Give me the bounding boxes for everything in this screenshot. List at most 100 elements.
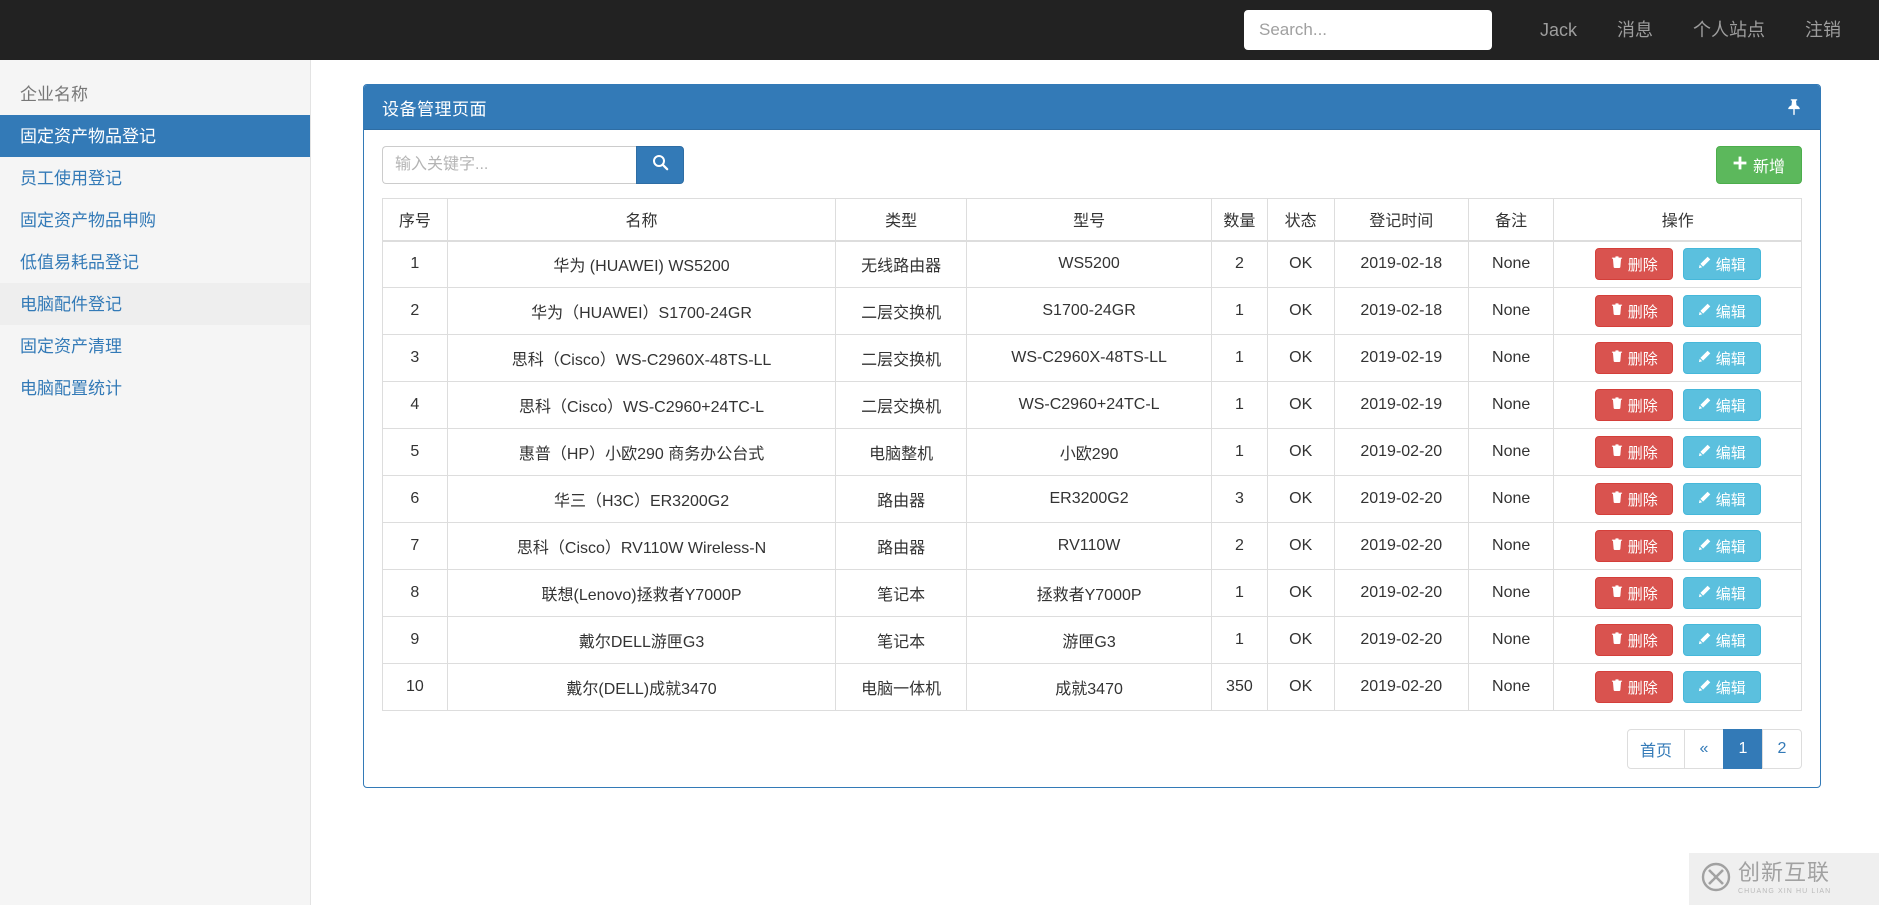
search-button[interactable] — [636, 146, 684, 184]
keyword-input[interactable] — [382, 146, 636, 184]
cell-name: 戴尔DELL游匣G3 — [447, 617, 836, 664]
table-row: 7思科（Cisco）RV110W Wireless-N路由器RV110W2OK2… — [383, 523, 1802, 570]
table-row: 1华为 (HUAWEI) WS5200无线路由器WS52002OK2019-02… — [383, 241, 1802, 288]
pencil-icon — [1698, 538, 1711, 555]
page-prev[interactable]: « — [1684, 729, 1724, 769]
cell-index: 9 — [383, 617, 448, 664]
watermark-subtitle: CHUANG XIN HU LIAN — [1738, 888, 1831, 895]
edit-button[interactable]: 编辑 — [1683, 295, 1761, 327]
nav-link-personal-site[interactable]: 个人站点 — [1673, 0, 1785, 60]
sidebar-item-employee-usage[interactable]: 员工使用登记 — [0, 157, 310, 199]
pagination: 首页 « 1 2 — [1627, 729, 1802, 769]
sidebar-item-consumables-register[interactable]: 低值易耗品登记 — [0, 241, 310, 283]
delete-button[interactable]: 删除 — [1595, 342, 1673, 374]
edit-button-label: 编辑 — [1716, 254, 1746, 275]
col-header-name: 名称 — [447, 199, 836, 241]
cell-index: 3 — [383, 335, 448, 382]
search-icon — [652, 154, 669, 176]
cell-type: 电脑整机 — [836, 429, 967, 476]
delete-button[interactable]: 删除 — [1595, 295, 1673, 327]
cell-status: OK — [1267, 476, 1334, 523]
col-header-model: 型号 — [966, 199, 1211, 241]
table-row: 5惠普（HP）小欧290 商务办公台式电脑整机小欧2901OK2019-02-2… — [383, 429, 1802, 476]
keyword-search-group — [382, 146, 684, 184]
edit-button[interactable]: 编辑 — [1683, 530, 1761, 562]
cell-note: None — [1468, 288, 1554, 335]
delete-button[interactable]: 删除 — [1595, 389, 1673, 421]
page-2[interactable]: 2 — [1762, 729, 1802, 769]
edit-button-label: 编辑 — [1716, 442, 1746, 463]
sidebar-item-pc-config-stats[interactable]: 电脑配置统计 — [0, 367, 310, 409]
global-search-input[interactable] — [1244, 10, 1492, 50]
nav-link-user[interactable]: Jack — [1520, 0, 1597, 60]
add-button[interactable]: 新增 — [1716, 146, 1802, 184]
pencil-icon — [1698, 491, 1711, 508]
edit-button[interactable]: 编辑 — [1683, 436, 1761, 468]
page-first[interactable]: 首页 — [1627, 729, 1685, 769]
operations-group: 删除编辑 — [1558, 671, 1797, 703]
edit-button-label: 编辑 — [1716, 536, 1746, 557]
delete-button[interactable]: 删除 — [1595, 248, 1673, 280]
cell-model: 成就3470 — [966, 664, 1211, 711]
delete-button[interactable]: 删除 — [1595, 436, 1673, 468]
edit-button[interactable]: 编辑 — [1683, 624, 1761, 656]
nav-link-logout[interactable]: 注销 — [1785, 0, 1879, 60]
cell-time: 2019-02-18 — [1334, 288, 1468, 335]
delete-button[interactable]: 删除 — [1595, 577, 1673, 609]
pin-icon[interactable] — [1786, 98, 1802, 116]
sidebar-item-fixed-asset-register[interactable]: 固定资产物品登记 — [0, 115, 310, 157]
operations-group: 删除 编辑 — [1558, 577, 1797, 609]
sidebar-item-pc-parts-register[interactable]: 电脑配件登记 — [0, 283, 310, 325]
cell-operations: 删除 编辑 — [1554, 241, 1802, 288]
col-header-index: 序号 — [383, 199, 448, 241]
edit-button[interactable]: 编辑 — [1683, 389, 1761, 421]
cell-note: None — [1468, 570, 1554, 617]
delete-button[interactable]: 删除 — [1595, 483, 1673, 515]
pencil-icon — [1698, 256, 1711, 273]
cell-qty: 1 — [1212, 382, 1268, 429]
add-button-label: 新增 — [1753, 153, 1785, 177]
device-management-panel: 设备管理页面 — [363, 84, 1821, 788]
edit-button[interactable]: 编辑 — [1683, 248, 1761, 280]
cell-qty: 1 — [1212, 335, 1268, 382]
edit-button[interactable]: 编辑 — [1683, 342, 1761, 374]
nav-link-messages[interactable]: 消息 — [1597, 0, 1673, 60]
trash-icon — [1610, 585, 1623, 602]
edit-button[interactable]: 编辑 — [1683, 577, 1761, 609]
trash-icon — [1610, 256, 1623, 273]
sidebar-item-fixed-asset-purchase[interactable]: 固定资产物品申购 — [0, 199, 310, 241]
trash-icon — [1610, 632, 1623, 649]
panel-body: 新增 序号 名称 类型 型号 数量 状态 登记时间 备注 操作 1华为 (HUA… — [364, 130, 1820, 787]
cell-operations: 删除 编辑 — [1554, 523, 1802, 570]
edit-button[interactable]: 编辑 — [1683, 671, 1761, 703]
page-1[interactable]: 1 — [1723, 729, 1763, 769]
delete-button[interactable]: 删除 — [1595, 671, 1673, 703]
cell-qty: 350 — [1212, 664, 1268, 711]
cell-operations: 删除 编辑 — [1554, 570, 1802, 617]
edit-button-label: 编辑 — [1716, 348, 1746, 369]
cell-model: WS-C2960+24TC-L — [966, 382, 1211, 429]
pagination-row: 首页 « 1 2 — [382, 729, 1802, 769]
cell-status: OK — [1267, 664, 1334, 711]
pencil-icon — [1698, 585, 1711, 602]
cell-status: OK — [1267, 241, 1334, 288]
operations-group: 删除编辑 — [1558, 389, 1797, 421]
top-navbar: Jack 消息 个人站点 注销 — [0, 0, 1879, 60]
cell-model: 拯救者Y7000P — [966, 570, 1211, 617]
pencil-icon — [1698, 397, 1711, 414]
cell-index: 10 — [383, 664, 448, 711]
delete-button[interactable]: 删除 — [1595, 624, 1673, 656]
cell-type: 笔记本 — [836, 617, 967, 664]
table-head: 序号 名称 类型 型号 数量 状态 登记时间 备注 操作 — [383, 199, 1802, 241]
cell-name: 华为 (HUAWEI) WS5200 — [447, 241, 836, 288]
cell-operations: 删除编辑 — [1554, 617, 1802, 664]
delete-button[interactable]: 删除 — [1595, 530, 1673, 562]
cell-status: OK — [1267, 382, 1334, 429]
edit-button[interactable]: 编辑 — [1683, 483, 1761, 515]
trash-icon — [1610, 491, 1623, 508]
edit-button-label: 编辑 — [1716, 583, 1746, 604]
cell-time: 2019-02-19 — [1334, 382, 1468, 429]
operations-group: 删除 编辑 — [1558, 248, 1797, 280]
sidebar-item-fixed-asset-cleanup[interactable]: 固定资产清理 — [0, 325, 310, 367]
cell-status: OK — [1267, 570, 1334, 617]
